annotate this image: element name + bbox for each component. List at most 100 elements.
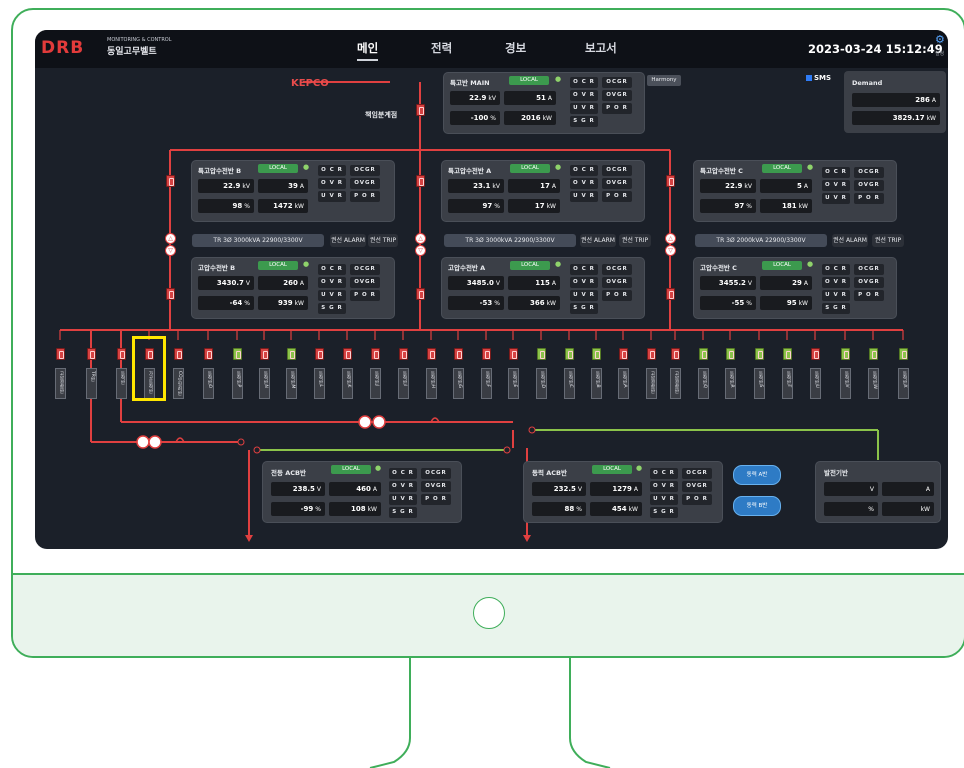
panel-main[interactable]: 특고반 MAIN LOCAL ● 22.9 kV 51 A -100% 2016 kW… xyxy=(444,73,644,133)
feeder-label-box[interactable]: CO보일러반 xyxy=(173,368,184,399)
feeder-label-box[interactable]: 동력반O xyxy=(203,368,214,399)
feeder-breaker[interactable] xyxy=(56,348,65,360)
feeder-label-box[interactable]: TR반 xyxy=(86,368,97,399)
tr-b-alarm[interactable]: 권선 ALARM xyxy=(330,234,366,247)
feeder-label-box[interactable]: 고압결합반 xyxy=(55,368,66,399)
breaker-hv-c[interactable] xyxy=(666,175,675,187)
panel-hv-c[interactable]: 특고압수전반 C LOCAL ● 22.9 kV 5A 97% 181 kW O C… xyxy=(694,161,896,221)
feeder-label-box[interactable]: 동력반G xyxy=(453,368,464,399)
feeder-breaker[interactable] xyxy=(260,348,269,360)
feeder-label-box[interactable]: 동력반X xyxy=(898,368,909,399)
feeder-label-box[interactable]: 동력반L xyxy=(314,368,325,399)
breaker-hv-b[interactable] xyxy=(166,175,175,187)
feeder-label-box[interactable]: 동력반D xyxy=(536,368,547,399)
feeder-breaker[interactable] xyxy=(699,348,708,360)
feeder-label-box[interactable]: 동력반Q xyxy=(698,368,709,399)
feeder-label-box[interactable]: 동력반E xyxy=(508,368,519,399)
feeder-label-box[interactable]: 동력반M xyxy=(286,368,297,399)
feeder-breaker[interactable] xyxy=(647,348,656,360)
feeder-breaker[interactable] xyxy=(399,348,408,360)
breaker-mv-c[interactable] xyxy=(666,288,675,300)
breaker-hv-a[interactable] xyxy=(416,175,425,187)
harmony-button[interactable]: Harmony xyxy=(647,75,681,86)
feeder-label-box[interactable]: 동력반B xyxy=(591,368,602,399)
feeder-label-box[interactable]: 동력반K xyxy=(342,368,353,399)
breaker-mv-b[interactable] xyxy=(166,288,175,300)
panel-mv-b[interactable]: 고압수전반 B LOCAL ● 3430.7 V 260 A -64% 939 kW … xyxy=(192,258,394,318)
feeder-label-box[interactable]: 동력반A xyxy=(618,368,629,399)
tr-c-trip[interactable]: 권선 TRIP xyxy=(872,234,904,247)
feeder-breaker[interactable] xyxy=(427,348,436,360)
feeder-breaker[interactable] xyxy=(726,348,735,360)
feeder-breaker[interactable] xyxy=(783,348,792,360)
panel-mv-c[interactable]: 고압수전반 C LOCAL ● 3455.2 V 29 A -55% 95 kW O … xyxy=(694,258,896,318)
tr-a-alarm[interactable]: 권선 ALARM xyxy=(580,234,616,247)
transformer-a-icon[interactable]: △ xyxy=(415,233,426,244)
feeder-label-box[interactable]: 동력반W xyxy=(868,368,879,399)
tr-a-rating[interactable]: TR 3Ø 3000kVA 22900/3300V xyxy=(444,234,576,247)
feeder-label-box[interactable]: 동력반I xyxy=(398,368,409,399)
feeder-label-box[interactable]: 동력반V xyxy=(840,368,851,399)
feeder-breaker[interactable] xyxy=(841,348,850,360)
feeder-breaker[interactable] xyxy=(565,348,574,360)
feeder-label-box[interactable]: 동력반F xyxy=(481,368,492,399)
feeder-breaker[interactable] xyxy=(174,348,183,360)
feeder-label-box[interactable]: 동력반P xyxy=(232,368,243,399)
feeder-breaker[interactable] xyxy=(87,348,96,360)
feeder-breaker[interactable] xyxy=(287,348,296,360)
transformer-c-icon-low[interactable]: ▽ xyxy=(665,245,676,256)
feeder-label-box[interactable]: 동력반J xyxy=(370,368,381,399)
feeder-label-box[interactable]: 동력반T xyxy=(782,368,793,399)
transformer-c-icon[interactable]: △ xyxy=(665,233,676,244)
feeder-breaker[interactable] xyxy=(811,348,820,360)
feeder-breaker[interactable] xyxy=(371,348,380,360)
breaker-mv-a[interactable] xyxy=(416,288,425,300)
feeder-breaker[interactable] xyxy=(343,348,352,360)
feeder-breaker[interactable] xyxy=(671,348,680,360)
panel-hv-a[interactable]: 특고압수전반 A LOCAL ● 23.1 kV 17 A 97% 17 kW O C… xyxy=(442,161,644,221)
feeder-label: 동력반J xyxy=(374,371,379,386)
feeder-label-box[interactable]: 동력반N xyxy=(259,368,270,399)
power-value: 1472 kW xyxy=(258,199,308,213)
power-b-button[interactable]: 동력 B반 xyxy=(733,496,781,516)
tr-b-rating[interactable]: TR 3Ø 3000kVA 22900/3300V xyxy=(192,234,324,247)
panel-light-acb[interactable]: 전등 ACB반 LOCAL ● 238.5 V 460 A -99% 108 kW O… xyxy=(263,462,461,522)
tr-b-trip[interactable]: 권선 TRIP xyxy=(368,234,398,247)
feeder-label-box[interactable]: 동력반H xyxy=(426,368,437,399)
feeder-breaker[interactable] xyxy=(509,348,518,360)
feeder-breaker[interactable] xyxy=(537,348,546,360)
feeder-breaker[interactable] xyxy=(454,348,463,360)
feeder-label-box[interactable]: 동력반U xyxy=(810,368,821,399)
feeder-breaker[interactable] xyxy=(755,348,764,360)
panel-generator[interactable]: 발전기반 V A % kW xyxy=(816,462,940,522)
panel-hv-b[interactable]: 특고압수전반 B LOCAL ● 22.9 kV 39 A 98% 1472 kW O… xyxy=(192,161,394,221)
transformer-b-icon[interactable]: △ xyxy=(165,233,176,244)
main-breaker[interactable] xyxy=(416,104,425,116)
feeder-breaker[interactable] xyxy=(592,348,601,360)
ovgr-indicator: OVGR xyxy=(602,178,632,189)
sms-checkbox[interactable]: SMS xyxy=(806,74,831,82)
feeder-label-box[interactable]: 고압결합반 xyxy=(670,368,681,399)
transformer-a-icon-low[interactable]: ▽ xyxy=(415,245,426,256)
panel-power-acb[interactable]: 동력 ACB반 LOCAL ● 232.5 V 1279 A 88% 454 kW O… xyxy=(524,462,722,522)
tr-c-rating[interactable]: TR 3Ø 2000kVA 22900/3300V xyxy=(695,234,827,247)
power-a-button[interactable]: 동력 A반 xyxy=(733,465,781,485)
feeder-label-box[interactable]: 동력반 xyxy=(116,368,127,399)
tr-c-alarm[interactable]: 권선 ALARM xyxy=(832,234,868,247)
tr-a-trip[interactable]: 권선 TRIP xyxy=(619,234,651,247)
feeder-breaker[interactable] xyxy=(315,348,324,360)
feeder-label-box[interactable]: 동력반C xyxy=(564,368,575,399)
feeder-label-box[interactable]: 동력반R xyxy=(725,368,736,399)
feeder-label-box[interactable]: 고압결합반 xyxy=(646,368,657,399)
panel-mv-a[interactable]: 고압수전반 A LOCAL ● 3485.0 V 115 A -53% 366 kW … xyxy=(442,258,644,318)
feeder-breaker[interactable] xyxy=(619,348,628,360)
feeder-breaker[interactable] xyxy=(482,348,491,360)
feeder-breaker[interactable] xyxy=(204,348,213,360)
feeder-breaker[interactable] xyxy=(117,348,126,360)
por-indicator: P O R xyxy=(350,191,380,202)
feeder-breaker[interactable] xyxy=(869,348,878,360)
transformer-b-icon-low[interactable]: ▽ xyxy=(165,245,176,256)
feeder-breaker[interactable] xyxy=(899,348,908,360)
feeder-breaker[interactable] xyxy=(233,348,242,360)
feeder-label-box[interactable]: 동력반S xyxy=(754,368,765,399)
